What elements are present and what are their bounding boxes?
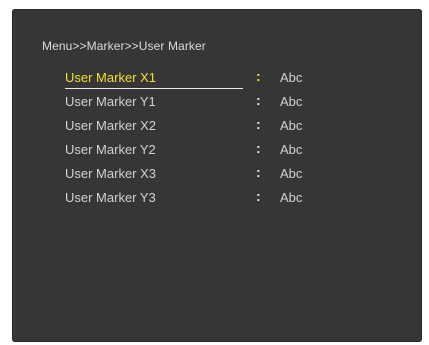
separator: : xyxy=(256,188,261,204)
menu-item-user-marker-x3[interactable]: User Marker X3 : Abc xyxy=(65,163,365,187)
menu-item-value[interactable]: Abc xyxy=(280,166,302,181)
menu-item-label: User Marker Y3 xyxy=(65,190,156,205)
menu-item-user-marker-y1[interactable]: User Marker Y1 : Abc xyxy=(65,91,365,115)
menu-item-value[interactable]: Abc xyxy=(280,190,302,205)
menu-item-value[interactable]: Abc xyxy=(280,94,302,109)
menu-item-value[interactable]: Abc xyxy=(280,142,302,157)
user-marker-menu: User Marker X1 : Abc User Marker Y1 : Ab… xyxy=(65,67,365,211)
menu-item-user-marker-x1[interactable]: User Marker X1 : Abc xyxy=(65,67,365,91)
menu-item-label: User Marker X3 xyxy=(65,166,157,181)
separator: : xyxy=(256,116,261,132)
menu-item-value[interactable]: Abc xyxy=(280,118,302,133)
osd-menu-panel: Menu>>Marker>>User Marker User Marker X1… xyxy=(12,9,422,342)
separator: : xyxy=(256,92,261,108)
menu-item-label: User Marker X2 xyxy=(65,118,157,133)
selection-underline xyxy=(65,88,243,89)
menu-item-label: User Marker Y1 xyxy=(65,94,156,109)
separator: : xyxy=(256,140,261,156)
separator: : xyxy=(256,68,261,84)
menu-item-user-marker-y3[interactable]: User Marker Y3 : Abc xyxy=(65,187,365,211)
menu-item-user-marker-y2[interactable]: User Marker Y2 : Abc xyxy=(65,139,365,163)
menu-item-label: User Marker X1 xyxy=(65,70,157,85)
menu-item-label: User Marker Y2 xyxy=(65,142,156,157)
menu-item-user-marker-x2[interactable]: User Marker X2 : Abc xyxy=(65,115,365,139)
separator: : xyxy=(256,164,261,180)
breadcrumb: Menu>>Marker>>User Marker xyxy=(42,39,206,53)
menu-item-value[interactable]: Abc xyxy=(280,70,302,85)
